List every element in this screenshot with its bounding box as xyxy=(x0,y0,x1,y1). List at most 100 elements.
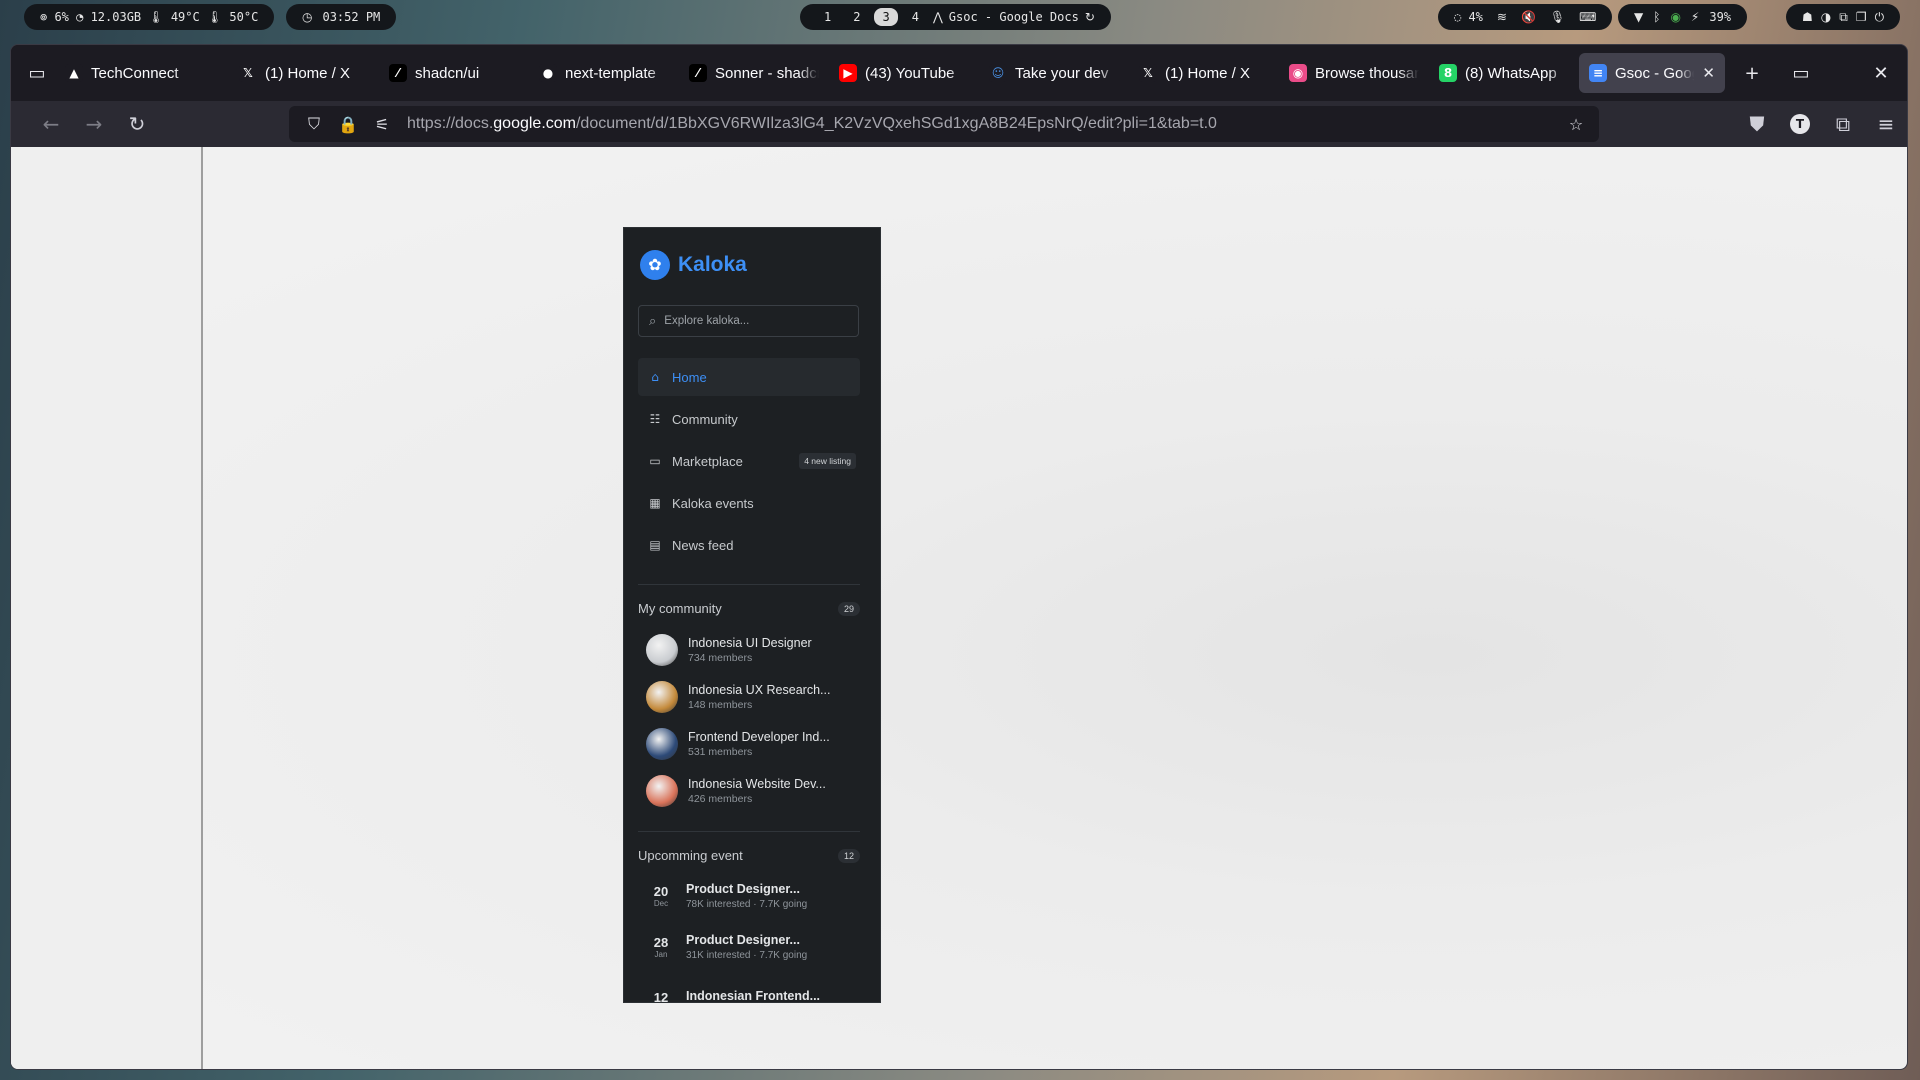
system-stats: ⊚ 6% ◔ 12.03GB 🌡 49°C 🌡 50°C xyxy=(24,4,275,30)
wifi-icon[interactable]: ≋ xyxy=(1497,10,1507,24)
brand-name: Kaloka xyxy=(678,253,747,276)
tab-devpost[interactable]: ☺ Take your dev xyxy=(979,53,1129,93)
close-window-icon[interactable]: ✕ xyxy=(1861,53,1901,93)
menu-item-marketplace[interactable]: ▭ Marketplace 4 new listing xyxy=(638,442,860,480)
workspace-4[interactable]: 4 xyxy=(904,8,927,26)
tray-apps: ▼ ᛒ ◉ ⚡ 39% xyxy=(1618,4,1748,30)
notification-icon[interactable]: ☗ xyxy=(1802,10,1813,24)
tab-x[interactable]: 𝕏 (1) Home / X xyxy=(1129,53,1279,93)
youtube-icon: ▶ xyxy=(839,64,857,82)
workspace-2[interactable]: 2 xyxy=(845,8,868,26)
devpost-icon: ☺ xyxy=(989,64,1007,82)
event-meta: 31K interested · 7.7K going xyxy=(686,949,808,961)
clipboard-icon[interactable]: ❐ xyxy=(1856,10,1867,24)
tab-github[interactable]: ● next-template xyxy=(529,53,679,93)
browser-window: ▭ ▲ TechConnect 𝕏 (1) Home / X ⁄ shadcn/ui ● ne… xyxy=(10,44,1908,1070)
url-path: /document/d/1BbXGV6RWIlza3lG4_K2VzVQxehS… xyxy=(575,115,1217,132)
microphone-icon[interactable]: 🎙 xyxy=(1550,10,1565,24)
my-community-title: My community xyxy=(638,601,722,616)
search-placeholder: Explore kaloka... xyxy=(664,315,750,327)
tab-youtube[interactable]: ▶ (43) YouTube xyxy=(829,53,979,93)
url-text[interactable]: https://docs.google.com/document/d/1BbXG… xyxy=(407,115,1217,133)
event-name: Indonesian Frontend... xyxy=(686,989,821,1003)
event-text: Indonesian Frontend... xyxy=(686,989,821,1003)
menu-item-community[interactable]: ☷ Community xyxy=(638,400,860,438)
upcoming-event-header: Upcomming event 12 xyxy=(638,848,860,863)
tab-dribbble[interactable]: ◉ Browse thousands xyxy=(1279,53,1429,93)
tab-title: Gsoc - Google Docs xyxy=(1615,64,1694,82)
menu-item-kaloka-events[interactable]: ▦ Kaloka events xyxy=(638,484,860,522)
permissions-icon[interactable]: ⚟ xyxy=(367,106,397,142)
tab-title: (1) Home / X xyxy=(1165,64,1251,82)
brand[interactable]: ✿ Kaloka xyxy=(640,250,747,280)
forward-button[interactable]: → xyxy=(76,106,112,142)
event-date: 20 Dec xyxy=(646,884,676,908)
clock[interactable]: ◷ 03:52 PM xyxy=(286,4,397,30)
extensions-icon[interactable]: ⧉ xyxy=(1825,106,1861,142)
workspace-1[interactable]: 1 xyxy=(816,8,839,26)
power-icon[interactable]: ⏻ xyxy=(1875,10,1885,25)
menu-item-label: Home xyxy=(672,369,707,385)
workspace-3[interactable]: 3 xyxy=(874,8,898,26)
back-button[interactable]: ← xyxy=(33,106,69,142)
palette-icon[interactable]: ◑ xyxy=(1821,10,1831,24)
tab-whatsapp[interactable]: 8 (8) WhatsApp xyxy=(1429,53,1579,93)
event-name: Product Designer... xyxy=(686,881,800,896)
bookmark-star-icon[interactable]: ☆ xyxy=(1561,106,1591,142)
tab-overview-icon[interactable]: ▭ xyxy=(17,53,57,93)
navigation-toolbar: ← → ↻ ⛉ 🔒 ⚟ https://docs.google.com/docu… xyxy=(11,101,1907,147)
tab-google-docs[interactable]: ≡ Gsoc - Google Docs ✕ xyxy=(1579,53,1725,93)
menu-item-news-feed[interactable]: ▤ News feed xyxy=(638,526,860,564)
shield-icon[interactable]: ⛉ xyxy=(299,106,329,142)
whatsapp-icon: 8 xyxy=(1439,64,1457,82)
session-controls: ☗ ◑ ⧉ ❐ ⏻ xyxy=(1786,4,1901,30)
reload-button[interactable]: ↻ xyxy=(119,106,155,142)
screenshot-icon[interactable]: ⧉ xyxy=(1839,10,1848,25)
event-meta: 78K interested · 7.7K going xyxy=(686,898,808,910)
tab-strip: ▭ ▲ TechConnect 𝕏 (1) Home / X ⁄ shadcn/ui ● ne… xyxy=(11,45,1907,101)
tab-shadcn[interactable]: ⁄ shadcn/ui xyxy=(379,53,529,93)
lock-icon[interactable]: 🔒 xyxy=(333,106,363,142)
wifi-strength-icon[interactable]: ▼ xyxy=(1634,10,1643,24)
keyboard-icon[interactable]: ⌨ xyxy=(1579,10,1596,24)
menu-icon[interactable]: ≡ xyxy=(1868,106,1904,142)
battery-icon: ⚡ xyxy=(1690,10,1700,24)
menu-item-home[interactable]: ⌂ Home xyxy=(638,358,860,396)
tab-techconnect[interactable]: ▲ TechConnect xyxy=(55,53,205,93)
community-item[interactable]: Indonesia UI Designer 734 members xyxy=(646,626,856,673)
community-name: Indonesia UI Designer xyxy=(688,635,812,650)
chrome-icon[interactable]: ◉ xyxy=(1670,10,1680,24)
community-members: 531 members xyxy=(688,745,753,758)
search-icon: ⌕ xyxy=(649,313,657,329)
community-item[interactable]: Indonesia Website Dev... 426 members xyxy=(646,767,856,814)
close-tab-icon[interactable]: ✕ xyxy=(1702,64,1715,82)
mute-icon[interactable]: 🔇 xyxy=(1521,10,1536,24)
tab-shadcn[interactable]: ⁄ Sonner - shadcn xyxy=(679,53,829,93)
account-icon[interactable]: T xyxy=(1782,106,1818,142)
community-item[interactable]: Indonesia UX Research... 148 members xyxy=(646,673,856,720)
event-day: 28 xyxy=(653,934,669,950)
event-item[interactable]: 20 Dec Product Designer... 78K interested ·… xyxy=(646,870,856,921)
event-item[interactable]: 28 Jan Product Designer... 31K interested ·… xyxy=(646,921,856,972)
system-stats-text: ⊚ 6% ◔ 12.03GB 🌡 49°C 🌡 50°C xyxy=(40,10,259,24)
bluetooth-icon[interactable]: ᛒ xyxy=(1653,10,1660,24)
new-tab-button[interactable]: + xyxy=(1732,53,1772,93)
event-item[interactable]: 12 Indonesian Frontend... xyxy=(646,972,856,1003)
pocket-icon[interactable]: ⛊ xyxy=(1739,106,1775,142)
upcoming-event-count: 12 xyxy=(837,848,860,863)
tab-x[interactable]: 𝕏 (1) Home / X xyxy=(229,53,379,93)
event-date: 12 xyxy=(646,990,676,1002)
list-all-tabs-icon[interactable]: ▭ xyxy=(1781,53,1821,93)
community-item[interactable]: Frontend Developer Ind... 531 members xyxy=(646,720,856,767)
battery-level: 39% xyxy=(1709,10,1732,24)
menu-item-label: News feed xyxy=(672,537,734,553)
refresh-icon: ↻ xyxy=(1084,10,1095,24)
search-input[interactable]: ⌕ Explore kaloka... xyxy=(638,305,859,337)
tab-title: next-template xyxy=(565,64,656,82)
divider xyxy=(638,831,860,832)
my-community-count: 29 xyxy=(837,601,860,616)
event-list: 20 Dec Product Designer... 78K interested ·… xyxy=(646,870,856,1003)
url-bar[interactable]: ⛉ 🔒 ⚟ https://docs.google.com/document/d… xyxy=(289,106,1599,142)
community-text: Frontend Developer Ind... 531 members xyxy=(688,730,830,758)
tab-title: shadcn/ui xyxy=(415,64,480,82)
